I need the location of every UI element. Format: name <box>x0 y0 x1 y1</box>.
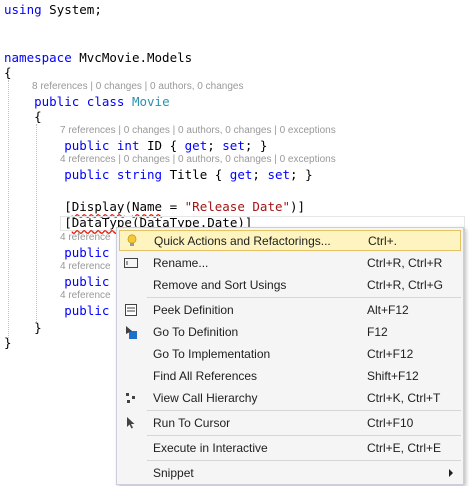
codelens-class[interactable]: 8 references | 0 changes | 0 authors, 0 … <box>32 81 243 93</box>
menu-item-shortcut: Ctrl+K, Ctrl+T <box>367 390 441 405</box>
code-line-namespace[interactable]: namespace MvcMovie.Models <box>4 50 192 65</box>
menu-item-label: Rename... <box>153 255 209 270</box>
type-name: Movie <box>131 94 170 109</box>
menu-item-shortcut: Ctrl+F12 <box>367 346 414 361</box>
code-text: { <box>4 65 12 80</box>
cursor-arrow-icon <box>123 415 139 431</box>
menu-item-shortcut: Ctrl+R, Ctrl+R <box>367 255 443 270</box>
menu-item-shortcut: Alt+F12 <box>367 302 409 317</box>
keyword: set <box>267 167 291 182</box>
code-line-class[interactable]: public class Movie <box>4 94 170 109</box>
menu-item-execute-interactive[interactable]: Execute in Interactive Ctrl+E, Ctrl+E <box>119 437 461 458</box>
keyword: get <box>229 167 253 182</box>
menu-item-label: Go To Implementation <box>153 346 271 361</box>
keyword: public <box>64 167 110 182</box>
string-literal: "Release Date" <box>184 199 291 214</box>
menu-item-snippet[interactable]: Snippet <box>119 462 461 483</box>
go-to-definition-icon <box>123 324 139 340</box>
keyword: public <box>64 303 110 318</box>
code-text: ID { <box>139 138 185 153</box>
menu-item-label: Remove and Sort Usings <box>153 277 287 292</box>
error-squiggle-text: Display <box>71 199 125 214</box>
menu-item-label: Run To Cursor <box>153 415 231 430</box>
code-text: ; } <box>290 167 313 182</box>
codelens-id[interactable]: 7 references | 0 changes | 0 authors, 0 … <box>60 125 336 137</box>
code-line-partial[interactable]: public d <box>4 303 124 318</box>
code-text: ; } <box>244 138 268 153</box>
code-text: )] <box>290 199 306 214</box>
keyword: int <box>116 138 140 153</box>
code-text: ( <box>124 199 132 214</box>
codelens-partial[interactable]: 4 reference <box>60 232 111 244</box>
code-text: ; <box>207 138 223 153</box>
call-hierarchy-icon <box>123 390 139 406</box>
code-text: [ <box>64 199 72 214</box>
menu-item-label: Go To Definition <box>153 324 239 339</box>
menu-separator <box>147 410 461 411</box>
code-text: = <box>162 199 185 214</box>
keyword: namespace <box>4 50 72 65</box>
keyword: class <box>86 94 125 109</box>
code-text: } <box>4 335 12 350</box>
code-text: [ <box>64 215 72 230</box>
menu-item-shortcut: F12 <box>367 324 388 339</box>
keyword: string <box>116 167 163 182</box>
menu-item-shortcut: Ctrl+R, Ctrl+G <box>367 277 444 292</box>
lightbulb-icon <box>124 233 140 249</box>
menu-separator <box>147 435 461 436</box>
code-line-id-property[interactable]: public int ID { get; set; } <box>4 138 267 153</box>
codelens-partial[interactable]: 4 reference <box>60 261 111 273</box>
code-line-display-attribute[interactable]: [Display(Name = "Release Date")] <box>4 199 305 214</box>
code-line-brace[interactable]: { <box>4 109 42 124</box>
code-line-brace[interactable]: { <box>4 65 12 80</box>
code-text: Title { <box>162 167 230 182</box>
keyword: public <box>64 138 110 153</box>
code-text: { <box>34 109 42 124</box>
menu-separator <box>147 460 461 461</box>
menu-item-label: Execute in Interactive <box>153 440 268 455</box>
keyword: public <box>34 94 80 109</box>
menu-item-peek-definition[interactable]: Peek Definition Alt+F12 <box>119 299 461 320</box>
menu-separator <box>147 297 461 298</box>
menu-item-shortcut: Shift+F12 <box>367 368 419 383</box>
menu-item-label: Peek Definition <box>153 302 234 317</box>
keyword: public <box>64 245 110 260</box>
menu-item-label: View Call Hierarchy <box>153 390 258 405</box>
code-line-title-property[interactable]: public string Title { get; set; } <box>4 167 313 182</box>
codelens-partial[interactable]: 4 reference <box>60 290 111 302</box>
menu-item-go-to-definition[interactable]: Go To Definition F12 <box>119 321 461 342</box>
menu-item-label: Find All References <box>153 368 258 383</box>
context-menu: Quick Actions and Refactorings... Ctrl+.… <box>116 227 464 485</box>
menu-item-view-call-hierarchy[interactable]: View Call Hierarchy Ctrl+K, Ctrl+T <box>119 387 461 408</box>
code-line-partial[interactable]: public s <box>4 274 124 289</box>
peek-definition-icon <box>123 302 139 318</box>
menu-item-label: Snippet <box>153 465 194 480</box>
code-text: ; <box>252 167 268 182</box>
menu-item-rename[interactable]: Rename... Ctrl+R, Ctrl+R <box>119 252 461 273</box>
keyword: public <box>64 274 110 289</box>
menu-item-remove-sort-usings[interactable]: Remove and Sort Usings Ctrl+R, Ctrl+G <box>119 274 461 295</box>
menu-item-find-all-references[interactable]: Find All References Shift+F12 <box>119 365 461 386</box>
menu-item-go-to-implementation[interactable]: Go To Implementation Ctrl+F12 <box>119 343 461 364</box>
menu-item-quick-actions[interactable]: Quick Actions and Refactorings... Ctrl+. <box>119 230 461 251</box>
keyword: using <box>4 2 42 17</box>
menu-item-shortcut: Ctrl+E, Ctrl+E <box>367 440 442 455</box>
codelens-title[interactable]: 4 references | 0 changes | 0 authors, 0 … <box>60 154 336 166</box>
code-text: MvcMovie.Models <box>71 50 193 65</box>
keyword: get <box>184 138 208 153</box>
rename-icon <box>123 255 139 271</box>
code-line-using[interactable]: using System; <box>4 2 102 17</box>
submenu-arrow-icon <box>449 468 453 477</box>
error-squiggle-text: Name <box>131 199 163 214</box>
menu-item-run-to-cursor[interactable]: Run To Cursor Ctrl+F10 <box>119 412 461 433</box>
code-line-brace[interactable]: } <box>4 320 42 335</box>
code-text: System; <box>41 2 102 17</box>
code-text: } <box>34 320 42 335</box>
menu-item-label: Quick Actions and Refactorings... <box>154 233 331 248</box>
menu-item-shortcut: Ctrl+. <box>368 233 398 248</box>
code-line-partial[interactable]: public D <box>4 245 124 260</box>
keyword: set <box>222 138 245 153</box>
code-line-brace[interactable]: } <box>4 335 12 350</box>
menu-item-shortcut: Ctrl+F10 <box>367 415 414 430</box>
